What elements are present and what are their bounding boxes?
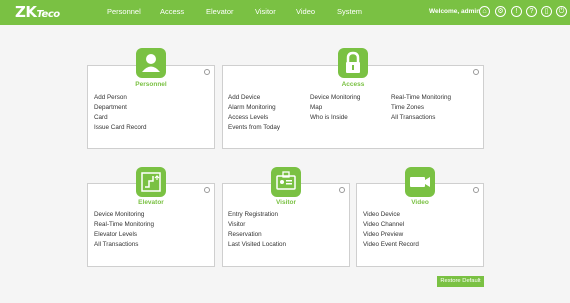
link-elevator-device-monitoring[interactable]: Device Monitoring <box>94 211 144 218</box>
lock-icon[interactable]: ▯ <box>541 6 552 17</box>
info-icon[interactable]: ! <box>511 6 522 17</box>
link-issue-card-record[interactable]: Issue Card Record <box>94 124 147 131</box>
nav-personnel[interactable]: Personnel <box>107 7 141 16</box>
link-access-levels[interactable]: Access Levels <box>228 114 268 121</box>
card-gear-icon[interactable] <box>204 187 210 193</box>
link-card[interactable]: Card <box>94 114 108 121</box>
restore-default-button[interactable]: Restore Default <box>437 276 484 287</box>
link-reservation[interactable]: Reservation <box>228 231 262 238</box>
access-title[interactable]: Access <box>323 81 383 88</box>
nav-visitor[interactable]: Visitor <box>255 7 276 16</box>
card-gear-icon[interactable] <box>473 187 479 193</box>
link-real-time-monitoring[interactable]: Real-Time Monitoring <box>391 94 451 101</box>
top-bar: ZKTeco Personnel Access Elevator Visitor… <box>0 0 570 25</box>
link-events-from-today[interactable]: Events from Today <box>228 124 280 131</box>
elevator-icon[interactable] <box>136 167 166 197</box>
link-video-event-record[interactable]: Video Event Record <box>363 241 419 248</box>
lock-icon[interactable] <box>338 48 368 78</box>
logo-small-text: Teco <box>36 9 61 20</box>
link-video-preview[interactable]: Video Preview <box>363 231 403 238</box>
nav-video[interactable]: Video <box>296 7 315 16</box>
card-gear-icon[interactable] <box>473 69 479 75</box>
link-time-zones[interactable]: Time Zones <box>391 104 424 111</box>
nav-access[interactable]: Access <box>160 7 184 16</box>
link-elevator-levels[interactable]: Elevator Levels <box>94 231 137 238</box>
link-add-person[interactable]: Add Person <box>94 94 127 101</box>
video-title[interactable]: Video <box>390 199 450 206</box>
link-entry-registration[interactable]: Entry Registration <box>228 211 278 218</box>
link-elevator-all-transactions[interactable]: All Transactions <box>94 241 138 248</box>
person-icon[interactable] <box>136 48 166 78</box>
visitor-badge-icon[interactable] <box>271 167 301 197</box>
link-device-monitoring[interactable]: Device Monitoring <box>310 94 360 101</box>
card-gear-icon[interactable] <box>339 187 345 193</box>
power-icon[interactable]: ⏻ <box>556 6 567 17</box>
link-last-visited-location[interactable]: Last Visited Location <box>228 241 286 248</box>
link-video-channel[interactable]: Video Channel <box>363 221 404 228</box>
link-add-device[interactable]: Add Device <box>228 94 260 101</box>
gear-icon[interactable]: ⚙ <box>495 6 506 17</box>
nav-system[interactable]: System <box>337 7 362 16</box>
elevator-title[interactable]: Elevator <box>121 199 181 206</box>
visitor-title[interactable]: Visitor <box>256 199 316 206</box>
link-visitor[interactable]: Visitor <box>228 221 245 228</box>
link-map[interactable]: Map <box>310 104 322 111</box>
personnel-title[interactable]: Personnel <box>121 81 181 88</box>
welcome-text: Welcome, admin <box>429 8 481 15</box>
video-camera-icon[interactable] <box>405 167 435 197</box>
help-icon[interactable]: ? <box>526 6 537 17</box>
link-alarm-monitoring[interactable]: Alarm Monitoring <box>228 104 276 111</box>
link-elevator-real-time-monitoring[interactable]: Real-Time Monitoring <box>94 221 154 228</box>
home-icon[interactable]: ⌂ <box>479 6 490 17</box>
logo-main-text: ZK <box>15 3 37 21</box>
link-who-is-inside[interactable]: Who is Inside <box>310 114 348 121</box>
link-all-transactions[interactable]: All Transactions <box>391 114 435 121</box>
link-department[interactable]: Department <box>94 104 127 111</box>
link-video-device[interactable]: Video Device <box>363 211 400 218</box>
zkteco-logo[interactable]: ZKTeco <box>15 3 60 21</box>
card-gear-icon[interactable] <box>204 69 210 75</box>
nav-elevator[interactable]: Elevator <box>206 7 234 16</box>
